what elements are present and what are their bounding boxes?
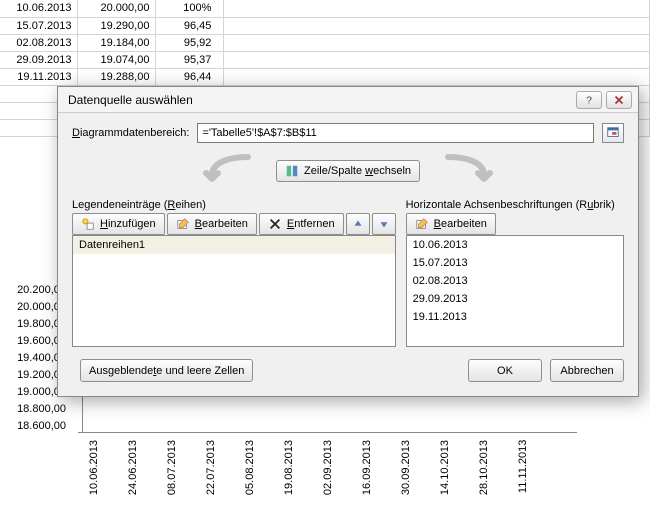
table-row: 02.08.201319.184,0095,92 bbox=[0, 34, 650, 51]
add-series-button[interactable]: Hinzufügen bbox=[72, 213, 165, 235]
table-row: 15.07.201319.290,0096,45 bbox=[0, 17, 650, 34]
switch-row-column-button[interactable]: Zeile/Spalte wechseln bbox=[276, 160, 420, 182]
ok-button[interactable]: OK bbox=[468, 359, 542, 382]
remove-series-button[interactable]: Entfernen bbox=[259, 213, 344, 235]
chart-x-axis: 10.06.2013 24.06.2013 08.07.2013 22.07.2… bbox=[88, 440, 556, 495]
list-item[interactable]: Datenreihen1 bbox=[73, 236, 395, 254]
cancel-button[interactable]: Abbrechen bbox=[550, 359, 624, 382]
chart-data-range-input[interactable] bbox=[197, 123, 594, 143]
legend-entries-label: Legendeneinträge (Reihen) bbox=[72, 199, 396, 211]
arrow-right-icon bbox=[438, 153, 498, 189]
table-row: 29.09.201319.074,0095,37 bbox=[0, 51, 650, 68]
list-item[interactable]: 19.11.2013 bbox=[407, 308, 623, 326]
arrow-left-icon bbox=[198, 153, 258, 189]
chart-x-axis-line bbox=[82, 432, 577, 433]
table-row: 19.11.201319.288,0096,44 bbox=[0, 68, 650, 85]
svg-text:?: ? bbox=[586, 94, 592, 106]
axis-labels-label: Horizontale Achsenbeschriftungen (Rubrik… bbox=[406, 199, 624, 211]
dialog-titlebar[interactable]: Datenquelle auswählen ? bbox=[58, 87, 638, 113]
chart-data-range-label: Diagrammdatenbereich: bbox=[72, 127, 189, 139]
range-picker-button[interactable] bbox=[602, 123, 624, 143]
axis-labels-listbox[interactable]: 10.06.2013 15.07.2013 02.08.2013 29.09.2… bbox=[406, 235, 624, 347]
hidden-empty-cells-button[interactable]: Ausgeblendete und leere Zellen bbox=[80, 359, 253, 382]
list-item[interactable]: 29.09.2013 bbox=[407, 290, 623, 308]
edit-axis-labels-button[interactable]: Bearbeiten bbox=[406, 213, 496, 235]
table-row: 10.06.201320.000,00100% bbox=[0, 0, 650, 17]
list-item[interactable]: 02.08.2013 bbox=[407, 272, 623, 290]
close-button[interactable] bbox=[606, 91, 632, 109]
list-item[interactable]: 10.06.2013 bbox=[407, 236, 623, 254]
edit-series-button[interactable]: Bearbeiten bbox=[167, 213, 257, 235]
select-data-source-dialog: Datenquelle auswählen ? Diagrammdatenber… bbox=[57, 86, 639, 397]
move-down-button[interactable] bbox=[372, 213, 396, 235]
help-button[interactable]: ? bbox=[576, 91, 602, 109]
move-up-button[interactable] bbox=[346, 213, 370, 235]
series-listbox[interactable]: Datenreihen1 bbox=[72, 235, 396, 347]
dialog-title: Datenquelle auswählen bbox=[68, 93, 572, 107]
list-item[interactable]: 15.07.2013 bbox=[407, 254, 623, 272]
